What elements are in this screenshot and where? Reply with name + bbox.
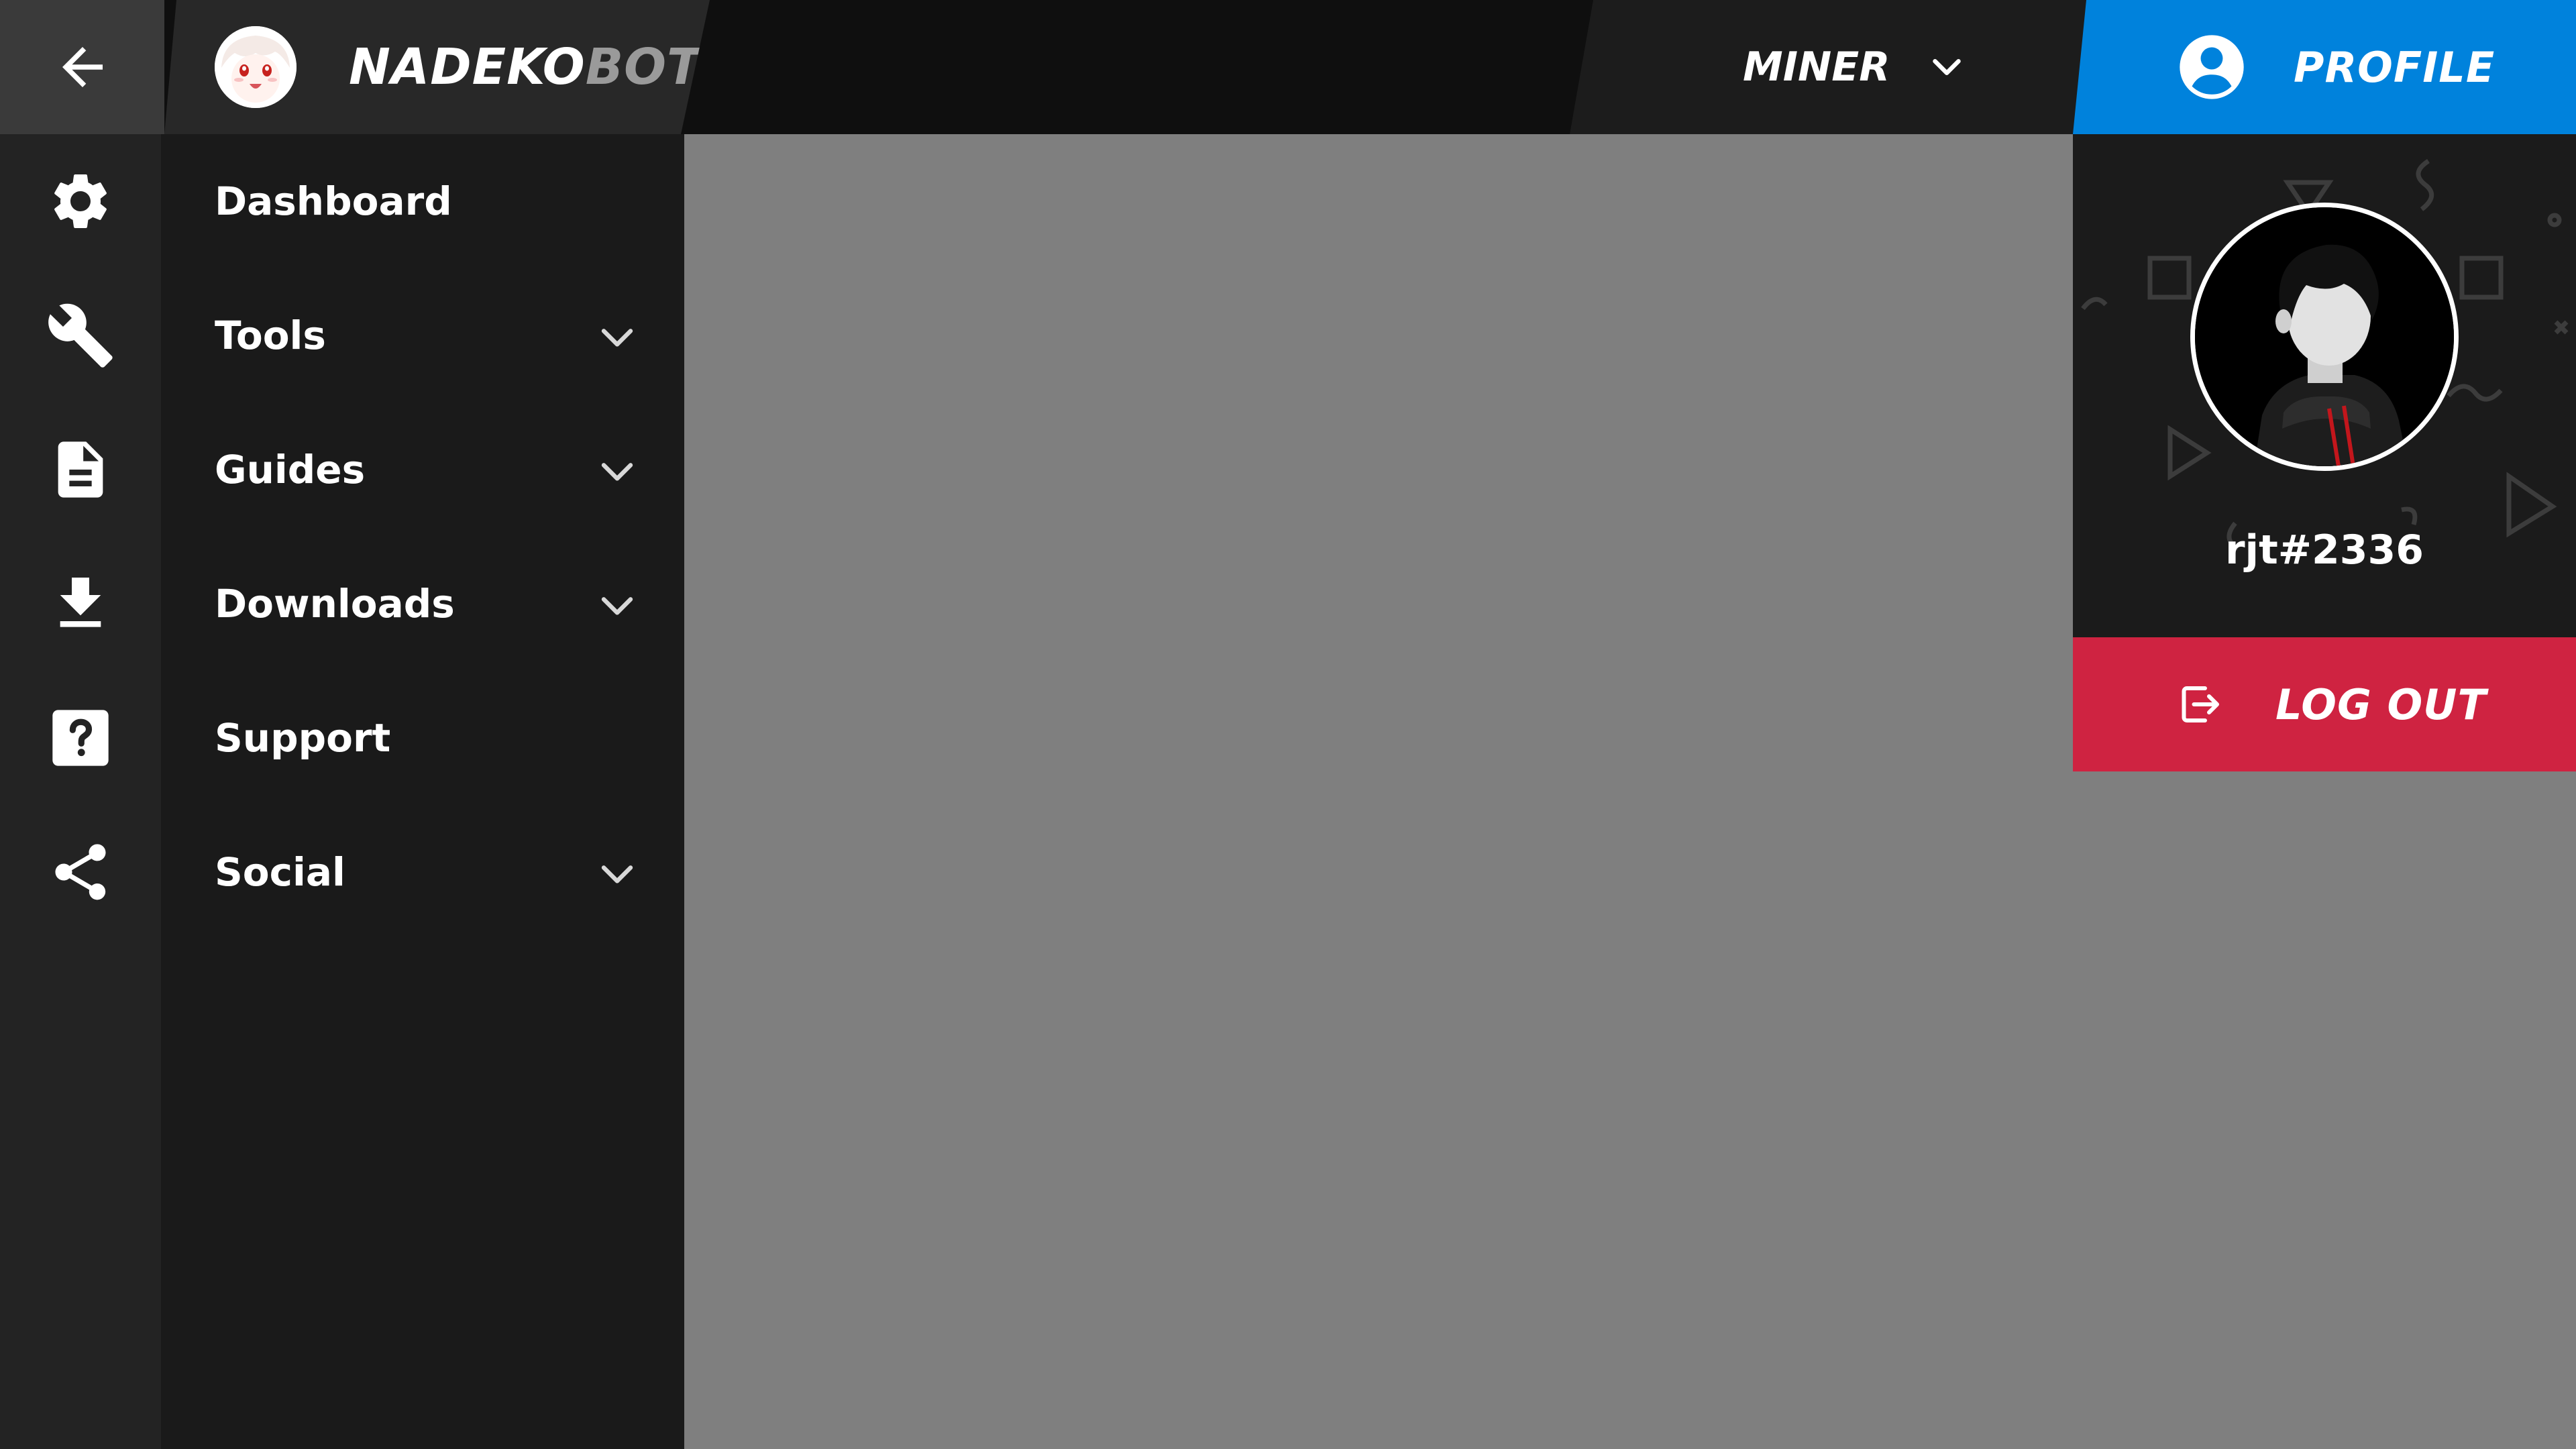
sidebar-item-downloads[interactable]: Downloads: [161, 537, 684, 671]
sidebar-item-label: Tools: [215, 313, 326, 358]
sidebar-item-label: Downloads: [215, 581, 455, 627]
arrow-left-icon: [62, 47, 103, 87]
sidebar-item-label: Guides: [215, 447, 366, 492]
brand-name-secondary: BOT: [585, 38, 702, 96]
chevron-down-icon: [601, 597, 633, 615]
wrench-icon: [48, 303, 113, 368]
sidebar-item-guides[interactable]: Guides: [161, 402, 684, 537]
sidebar-item-label: Dashboard: [215, 178, 452, 224]
brand-name-primary: NADEKO: [349, 38, 586, 96]
sidebar-item-label: Social: [215, 849, 345, 895]
rail-tools[interactable]: [0, 268, 161, 402]
logout-button[interactable]: LOG OUT: [2073, 637, 2576, 771]
rail-guides[interactable]: [0, 402, 161, 537]
logout-label: LOG OUT: [2275, 680, 2487, 729]
profile-card: rjt#2336: [2073, 134, 2576, 637]
sidebar-menu: Dashboard Tools Guides Downloads Support…: [161, 134, 684, 1449]
chevron-down-icon: [601, 865, 633, 883]
logout-icon: [2182, 686, 2219, 722]
username: rjt#2336: [2224, 527, 2424, 574]
chevron-down-icon: [1933, 59, 1962, 75]
rail-support[interactable]: [0, 671, 161, 805]
profile-label: PROFILE: [2294, 42, 2496, 92]
help-icon: [52, 710, 109, 766]
sidebar-item-label: Support: [215, 715, 391, 761]
rail-dashboard[interactable]: [0, 134, 161, 268]
profile-button[interactable]: PROFILE: [2073, 0, 2576, 134]
document-icon: [58, 441, 103, 498]
user-avatar: [2190, 203, 2459, 471]
sidebar-item-tools[interactable]: Tools: [161, 268, 684, 402]
share-icon: [55, 844, 106, 900]
rail-downloads[interactable]: [0, 537, 161, 671]
main-content: [684, 134, 2073, 1449]
rail-social[interactable]: [0, 805, 161, 939]
account-circle-icon: [2180, 35, 2244, 99]
sidebar-item-dashboard[interactable]: Dashboard: [161, 134, 684, 268]
chevron-down-icon: [601, 463, 633, 481]
chevron-down-icon: [601, 329, 633, 347]
sidebar-item-social[interactable]: Social: [161, 805, 684, 939]
back-button[interactable]: [0, 0, 164, 134]
icon-rail: [0, 134, 161, 1449]
server-name: MINER: [1743, 44, 1890, 91]
profile-dropdown: rjt#2336 LOG OUT: [2073, 134, 2576, 771]
sidebar-item-support[interactable]: Support: [161, 671, 684, 805]
top-bar: NADEKO BOT MINER PROFILE: [0, 0, 2576, 134]
brand-name: NADEKO BOT: [349, 38, 702, 96]
brand[interactable]: NADEKO BOT: [164, 0, 710, 134]
gear-icon: [54, 174, 107, 228]
server-selector[interactable]: MINER: [1570, 0, 2113, 134]
nadeko-logo: [215, 26, 297, 108]
download-icon: [60, 578, 101, 627]
